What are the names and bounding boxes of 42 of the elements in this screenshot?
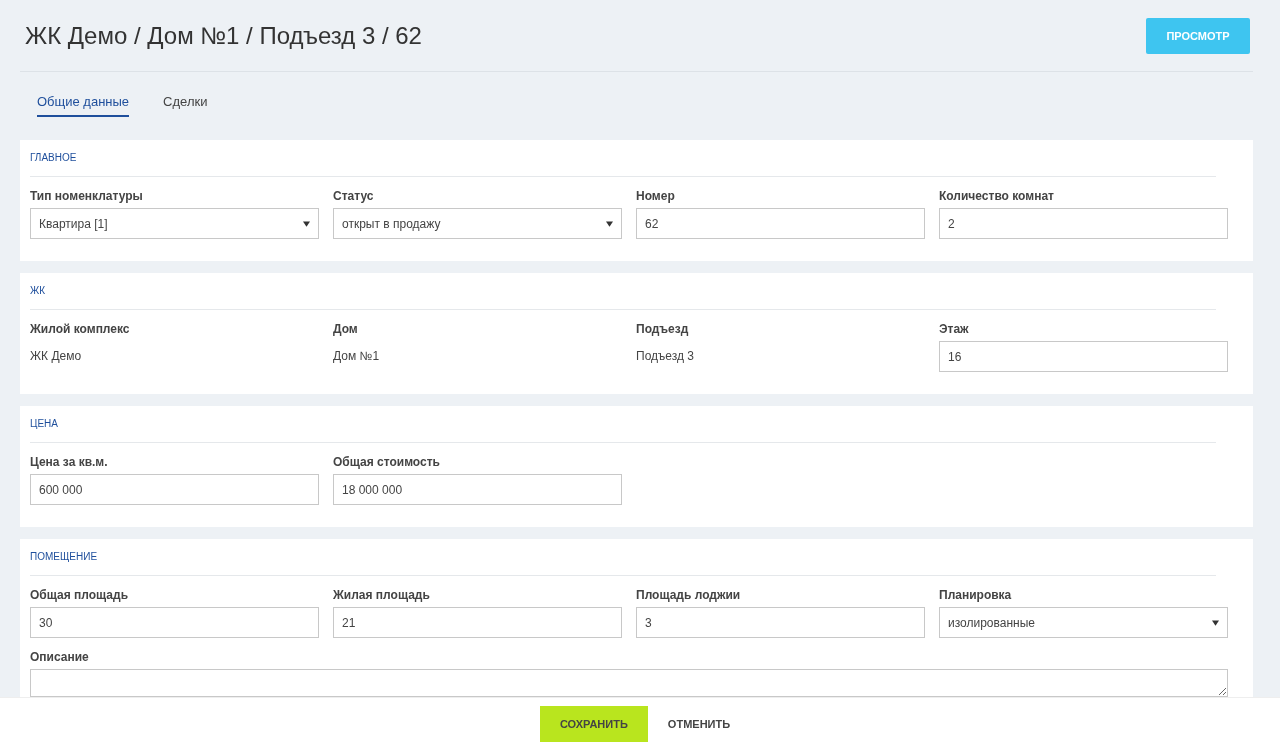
input-field[interactable]: 600 000 <box>30 474 319 505</box>
field-label: Общая стоимость <box>333 455 441 469</box>
field-value: Дом №1 <box>333 348 381 365</box>
select-field[interactable]: открыт в продажу <box>333 208 622 239</box>
description-field[interactable] <box>30 669 1228 697</box>
field-value: Подъезд 3 <box>636 348 695 365</box>
caret-icon <box>606 220 613 227</box>
field-label: Количество комнат <box>939 189 1055 203</box>
field-label: Этаж <box>939 322 970 336</box>
field-label: Подъезд <box>636 322 690 336</box>
input-field[interactable]: 62 <box>636 208 925 239</box>
field-label: Номер <box>636 189 676 203</box>
select-field[interactable]: изолированные <box>939 607 1228 638</box>
input-field[interactable]: 30 <box>30 607 319 638</box>
input-field[interactable]: 18 000 000 <box>333 474 622 505</box>
field-label: Площадь лоджии <box>636 588 742 602</box>
input-field[interactable]: 2 <box>939 208 1228 239</box>
field-label: Тип номенклатуры <box>30 189 144 203</box>
section-title: ПОМЕЩЕНИЕ <box>30 551 99 564</box>
section-title: ЖК <box>30 285 47 298</box>
input-field[interactable]: 3 <box>636 607 925 638</box>
caret-icon <box>1212 619 1219 626</box>
caret-icon <box>303 220 310 227</box>
section-title: ЦЕНА <box>30 418 59 431</box>
field-label: Описание <box>30 650 90 664</box>
section-title: ГЛАВНОЕ <box>30 152 78 165</box>
field-label: Статус <box>333 189 375 203</box>
tab[interactable]: Сделки <box>163 94 208 117</box>
input-field[interactable]: 16 <box>939 341 1228 372</box>
save-button[interactable]: СОХРАНИТЬ <box>539 705 648 742</box>
page-title: ЖК Демо / Дом №1 / Подъезд 3 / 62 <box>25 21 422 50</box>
field-label: Жилая площадь <box>333 588 431 602</box>
select-field[interactable]: Квартира [1] <box>30 208 319 239</box>
field-label: Общая площадь <box>30 588 129 602</box>
field-value: ЖК Демо <box>30 348 83 365</box>
input-field[interactable]: 21 <box>333 607 622 638</box>
field-label: Планировка <box>939 588 1013 602</box>
cancel-button[interactable]: ОТМЕНИТЬ <box>657 705 741 742</box>
field-label: Жилой комплекс <box>30 322 131 336</box>
tab[interactable]: Общие данные <box>37 94 130 117</box>
field-label: Дом <box>333 322 359 336</box>
field-label: Цена за кв.м. <box>30 455 109 469</box>
